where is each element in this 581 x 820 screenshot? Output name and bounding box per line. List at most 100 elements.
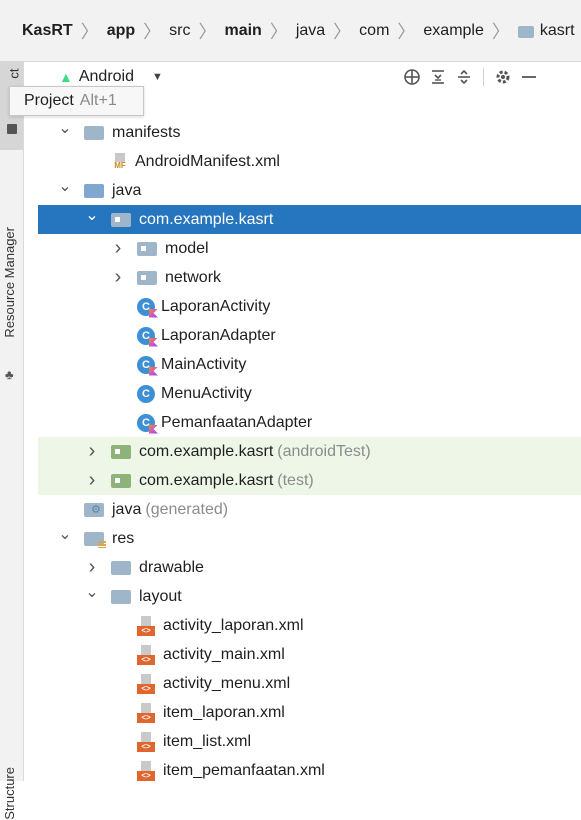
- gear-icon[interactable]: [490, 64, 516, 90]
- folder-icon: [517, 25, 534, 38]
- tree-row[interactable]: › network: [23, 263, 581, 292]
- tree-row-label: activity_main.xml: [163, 645, 285, 663]
- tree-row[interactable]: activity_menu.xml: [23, 669, 581, 698]
- tree-row-label: LaporanActivity: [161, 297, 271, 315]
- tree-row[interactable]: C MainActivity: [23, 350, 581, 379]
- tree-row[interactable]: › com.example.kasrt (test): [38, 466, 581, 495]
- manifest-file-icon: MF: [111, 152, 129, 171]
- tree-row-label: com.example.kasrt: [139, 471, 274, 489]
- breadcrumb-item[interactable]: example: [423, 22, 483, 40]
- layout-xml-icon: [137, 731, 157, 752]
- tree-row[interactable]: C LaporanActivity: [23, 292, 581, 321]
- tree-row-label: com.example.kasrt: [139, 442, 274, 460]
- layout-xml-icon: [137, 644, 157, 665]
- resource-manager-tab[interactable]: Resource Manager: [2, 227, 17, 338]
- tree-row[interactable]: ⌄ res: [23, 524, 581, 553]
- tree-row[interactable]: › drawable: [23, 553, 581, 582]
- breadcrumb-label: com: [359, 21, 390, 39]
- breadcrumb-label: KasRT: [22, 21, 73, 39]
- tree-row-label: res: [112, 529, 135, 547]
- tree-row-label: PemanfaatanAdapter: [161, 413, 313, 431]
- chevron-right-icon[interactable]: ›: [111, 266, 125, 289]
- breadcrumb-item[interactable]: app: [107, 22, 135, 40]
- tree-row-label: activity_menu.xml: [163, 674, 291, 692]
- android-icon: ▲: [59, 69, 73, 85]
- tree-row[interactable]: java(generated): [23, 495, 581, 524]
- chevron-down-icon[interactable]: ⌄: [85, 584, 99, 600]
- tree-row[interactable]: ⌄ com.example.kasrt: [38, 205, 581, 234]
- breadcrumb-item[interactable]: com: [359, 22, 389, 40]
- breadcrumb-label: example: [423, 21, 484, 39]
- tree-row-label: drawable: [139, 558, 204, 576]
- package-icon: [137, 270, 157, 285]
- tree-row[interactable]: C LaporanAdapter: [23, 321, 581, 350]
- tree-row-label: com.example.kasrt: [139, 210, 274, 228]
- tree-row[interactable]: ⌄ java: [23, 176, 581, 205]
- view-selector[interactable]: ▲ Android ▼: [59, 68, 163, 86]
- chevron-right-icon: 〉: [269, 21, 288, 42]
- tree-row-label: MainActivity: [161, 355, 247, 373]
- breadcrumb-item[interactable]: kasrt: [517, 22, 575, 40]
- class-icon: C: [137, 384, 155, 403]
- tree-row[interactable]: C PemanfaatanAdapter: [23, 408, 581, 437]
- tree-row[interactable]: ⌄ layout: [23, 582, 581, 611]
- breadcrumb-item[interactable]: main: [224, 22, 261, 40]
- minimize-icon[interactable]: [516, 64, 542, 90]
- pane-toolbar: [399, 64, 542, 90]
- folder-icon: [111, 589, 131, 604]
- view-selector-label: Android: [78, 68, 135, 85]
- package-icon: [137, 241, 157, 256]
- resources-folder-icon: [84, 531, 106, 548]
- breadcrumb-label: java: [295, 21, 326, 39]
- chevron-right-icon[interactable]: ›: [85, 556, 99, 579]
- tree-row[interactable]: activity_laporan.xml: [23, 611, 581, 640]
- chevron-down-icon[interactable]: ⌄: [85, 207, 99, 223]
- tree-row[interactable]: C MenuActivity: [23, 379, 581, 408]
- project-tab-icon: [7, 124, 17, 134]
- tree-row[interactable]: › com.example.kasrt (androidTest): [38, 437, 581, 466]
- project-tab-label: ct: [6, 68, 22, 79]
- tree-row-label: LaporanAdapter: [161, 326, 276, 344]
- resource-manager-icon[interactable]: ♣: [5, 367, 14, 382]
- breadcrumb-label: src: [169, 21, 191, 39]
- folder-icon: [111, 560, 131, 575]
- chevron-right-icon: 〉: [397, 21, 416, 42]
- structure-tab[interactable]: Structure: [2, 767, 17, 820]
- breadcrumb-item[interactable]: src: [169, 22, 190, 40]
- chevron-down-icon[interactable]: ⌄: [58, 178, 72, 194]
- breadcrumb-item[interactable]: java: [296, 22, 325, 40]
- expand-all-icon[interactable]: [451, 64, 477, 90]
- chevron-right-icon[interactable]: ›: [85, 469, 99, 492]
- tree-row-label: item_laporan.xml: [163, 703, 285, 721]
- breadcrumb-label: main: [224, 21, 262, 39]
- chevron-right-icon[interactable]: ›: [85, 440, 99, 463]
- tree-row[interactable]: ⌄ manifests: [23, 118, 581, 147]
- left-tool-strip: ct Resource Manager ♣ Structure: [0, 62, 24, 820]
- tree-row[interactable]: item_laporan.xml: [23, 698, 581, 727]
- kotlin-class-icon: C: [137, 297, 155, 316]
- tree-row-label: AndroidManifest.xml: [135, 152, 280, 170]
- tooltip-shortcut: Alt+1: [79, 92, 117, 109]
- project-tooltip: Project Alt+1: [9, 86, 144, 116]
- tree-row[interactable]: › model: [23, 234, 581, 263]
- breadcrumb-item[interactable]: KasRT: [22, 22, 73, 40]
- tree-row[interactable]: activity_main.xml: [23, 640, 581, 669]
- kotlin-class-icon: C: [137, 326, 155, 345]
- tree-row-label: java: [112, 181, 142, 199]
- folder-icon: [84, 125, 104, 140]
- chevron-down-icon[interactable]: ⌄: [58, 526, 72, 542]
- test-package-icon: [111, 444, 131, 459]
- tree-row-label: MenuActivity: [161, 384, 252, 402]
- chevron-down-icon[interactable]: ⌄: [58, 120, 72, 136]
- generated-folder-icon: [84, 502, 104, 517]
- crosshair-icon[interactable]: [399, 64, 425, 90]
- layout-xml-icon: [137, 702, 157, 723]
- collapse-all-icon[interactable]: [425, 64, 451, 90]
- chevron-right-icon[interactable]: ›: [111, 237, 125, 260]
- tree-row[interactable]: item_list.xml: [23, 727, 581, 756]
- tree-row-label: model: [165, 239, 209, 257]
- tree-row[interactable]: MF AndroidManifest.xml: [23, 147, 581, 176]
- breadcrumb: KasRT 〉 app 〉 src 〉 main 〉 java 〉 com 〉 example 〉 kasr…: [0, 0, 581, 62]
- layout-xml-icon: [137, 615, 157, 636]
- chevron-right-icon: 〉: [491, 21, 510, 42]
